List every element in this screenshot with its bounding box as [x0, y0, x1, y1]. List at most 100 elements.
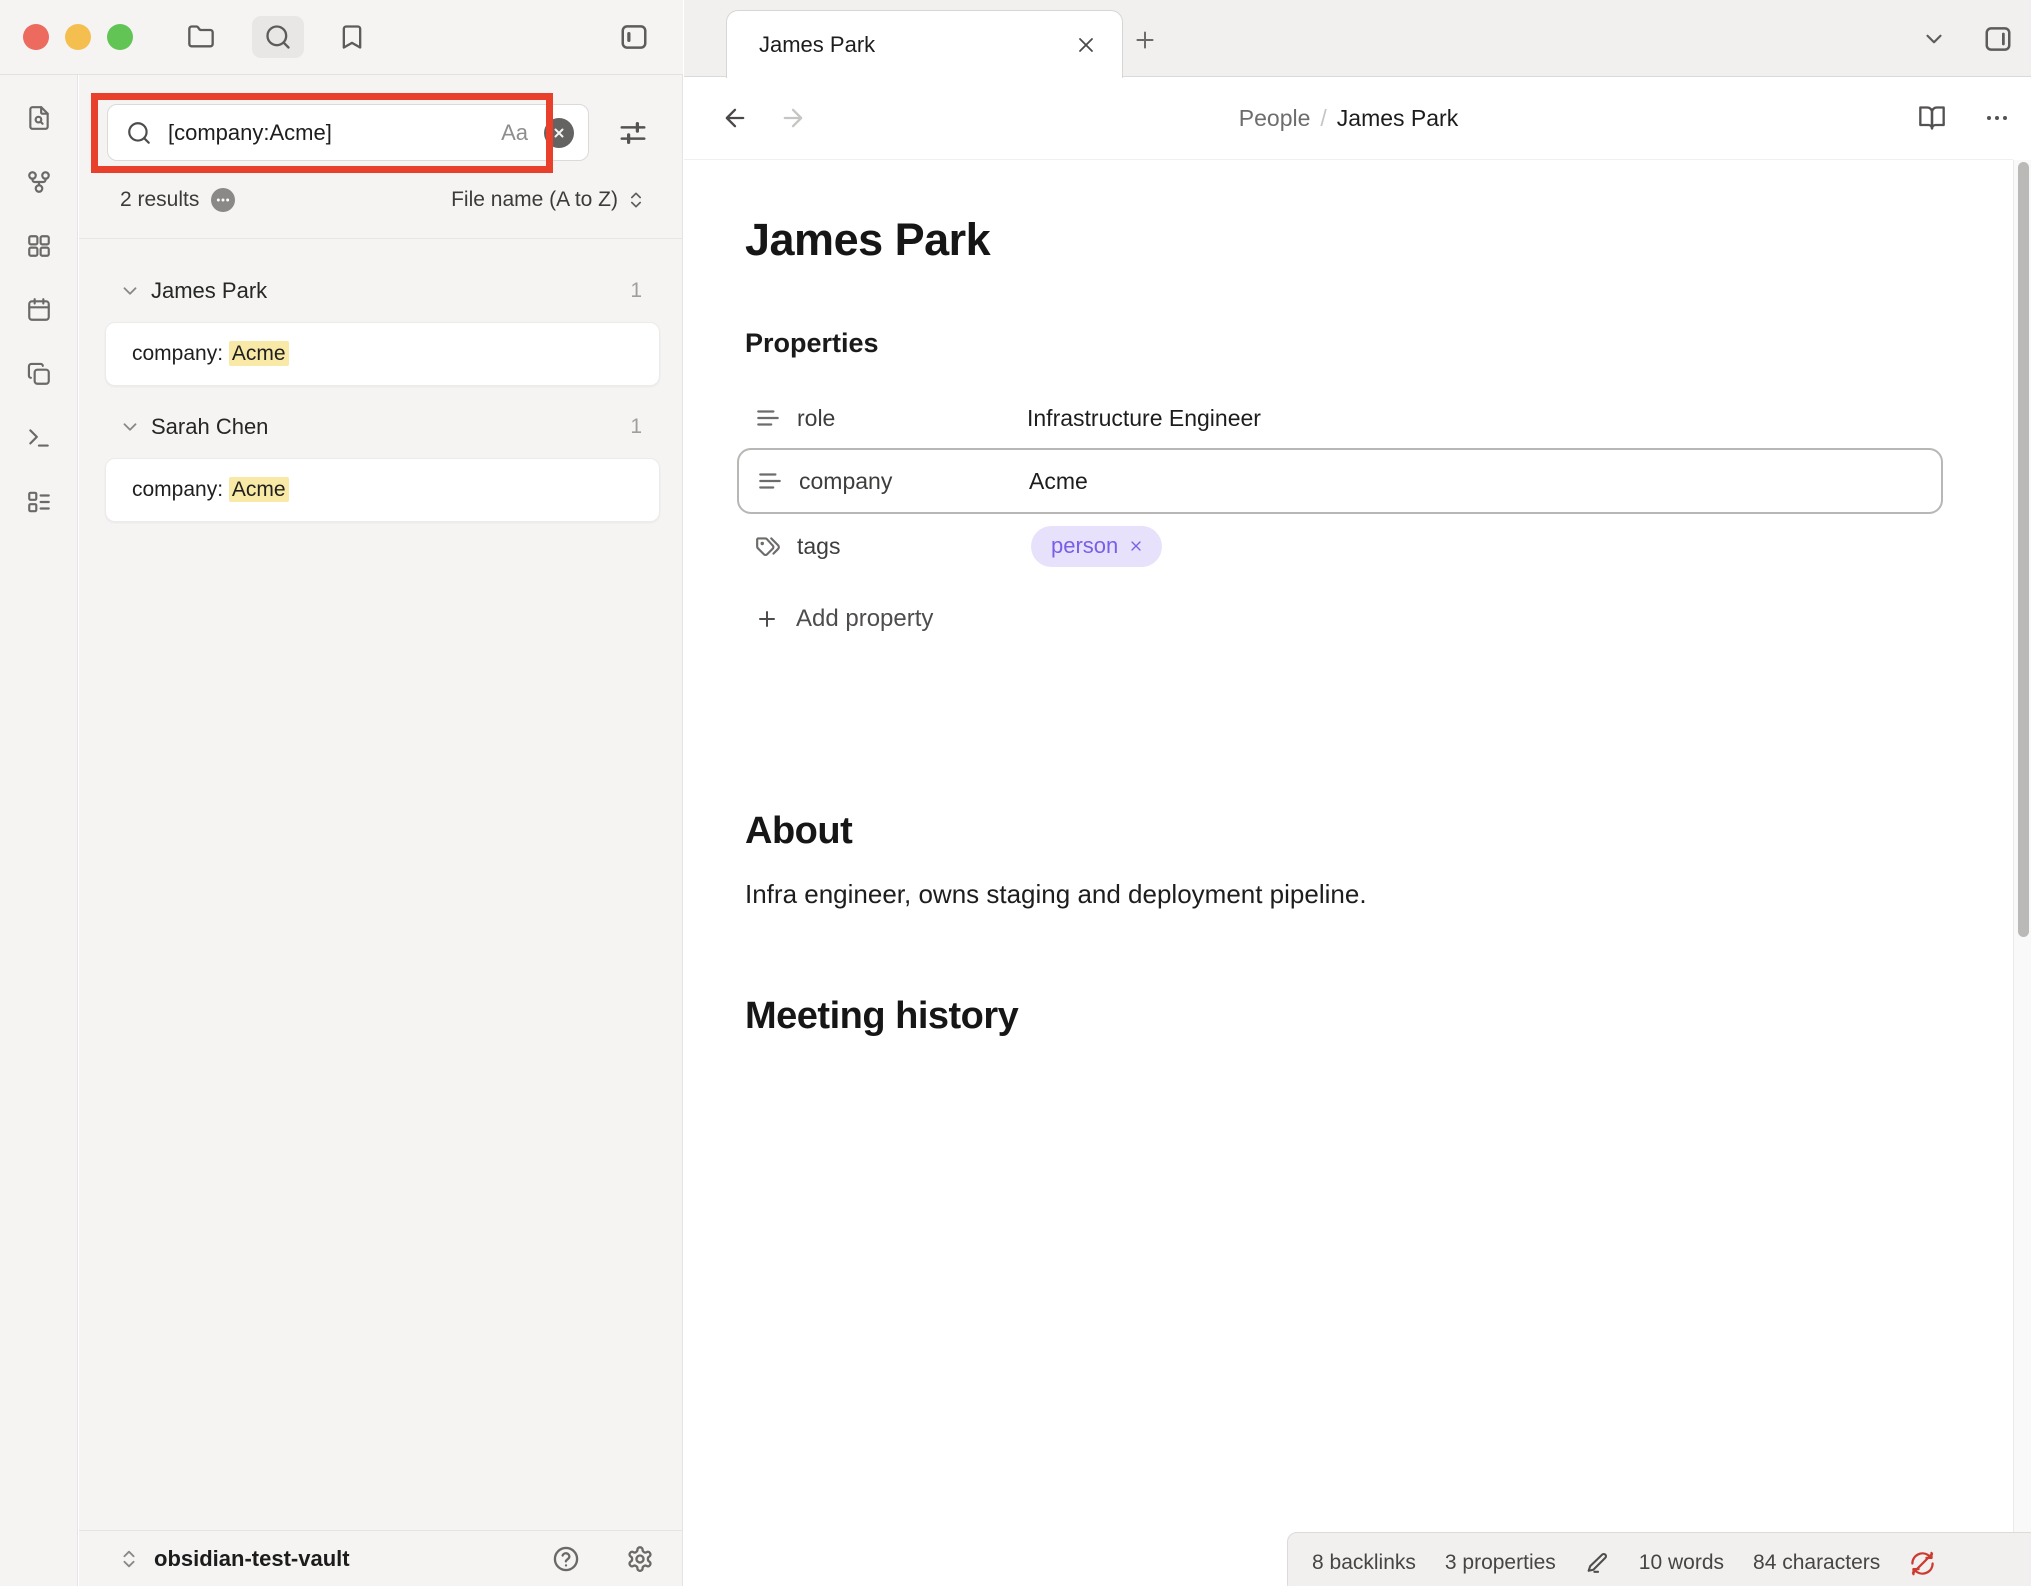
character-count: 84 characters: [1753, 1551, 1880, 1575]
add-property-label: Add property: [796, 605, 933, 633]
plus-icon: [755, 607, 779, 631]
more-options-icon[interactable]: [1985, 106, 2009, 130]
text-property-icon: [755, 405, 781, 431]
obsidian-window: [company:Acme] Aa 2 results File name (A…: [0, 0, 2031, 1586]
results-count: 2 results: [120, 188, 199, 212]
property-name[interactable]: role: [797, 405, 1027, 432]
chevron-down-icon: [119, 416, 141, 438]
result-file-name: James Park: [151, 278, 267, 304]
collapse-left-sidebar-button[interactable]: [608, 16, 660, 58]
word-count: 10 words: [1639, 1551, 1724, 1575]
calendar-icon[interactable]: [26, 297, 52, 323]
search-input[interactable]: [company:Acme] Aa: [107, 104, 589, 161]
tab-bar: James Park: [684, 0, 2031, 77]
tab-list-chevron-icon[interactable]: [1921, 26, 1947, 52]
vault-name: obsidian-test-vault: [154, 1546, 350, 1572]
sync-error-icon[interactable]: [1909, 1550, 1936, 1577]
search-query-text: [company:Acme]: [168, 120, 485, 146]
property-value[interactable]: Infrastructure Engineer: [1027, 405, 1261, 432]
result-group-sarah-chen[interactable]: Sarah Chen 1: [79, 405, 682, 449]
divider: [79, 238, 682, 239]
tag-pill-person[interactable]: person: [1031, 526, 1162, 567]
sort-order-button[interactable]: File name (A to Z): [451, 188, 646, 212]
property-name[interactable]: company: [799, 468, 1029, 495]
chevrons-up-down-icon: [626, 190, 646, 210]
zoom-window-button[interactable]: [107, 24, 133, 50]
search-icon: [126, 120, 152, 146]
property-row-company-focused[interactable]: company Acme: [737, 448, 1943, 514]
match-case-toggle[interactable]: Aa: [501, 120, 528, 146]
match-highlight: Acme: [229, 477, 289, 502]
search-pane: [company:Acme] Aa 2 results File name (A…: [79, 75, 683, 1586]
property-row-role[interactable]: role Infrastructure Engineer: [737, 385, 1943, 451]
scrollbar-thumb[interactable]: [2018, 162, 2029, 937]
search-file-icon[interactable]: [26, 105, 52, 131]
status-bar: 8 backlinks 3 properties 10 words 84 cha…: [1287, 1532, 2031, 1586]
close-window-button[interactable]: [23, 24, 49, 50]
minimize-window-button[interactable]: [65, 24, 91, 50]
text-property-icon: [757, 468, 783, 494]
ribbon: [0, 75, 78, 1586]
tags-icon: [755, 533, 781, 559]
result-match-count: 1: [630, 415, 642, 439]
result-file-name: Sarah Chen: [151, 414, 268, 440]
property-row-tags[interactable]: tags person: [737, 513, 1943, 579]
backlinks-count[interactable]: 8 backlinks: [1312, 1551, 1416, 1575]
clear-search-button[interactable]: [544, 118, 574, 148]
collapse-right-sidebar-button[interactable]: [1983, 24, 2013, 54]
search-match[interactable]: company: Acme: [105, 458, 660, 522]
property-name[interactable]: tags: [797, 533, 1027, 560]
note-content: James Park Properties role Infrastructur…: [684, 160, 2013, 1586]
match-highlight: Acme: [229, 341, 289, 366]
dashboard-icon[interactable]: [26, 233, 52, 259]
note-title: James Park: [745, 214, 990, 266]
section-heading-about: About: [745, 810, 852, 853]
match-prefix: company:: [132, 478, 229, 501]
terminal-icon[interactable]: [26, 425, 52, 451]
section-heading-meeting-history: Meeting history: [745, 995, 1018, 1038]
add-property-button[interactable]: Add property: [755, 586, 933, 652]
match-prefix: company:: [132, 342, 229, 365]
breadcrumb: People / James Park: [684, 77, 2013, 160]
search-match[interactable]: company: Acme: [105, 322, 660, 386]
tab-james-park[interactable]: James Park: [726, 10, 1123, 78]
remove-tag-icon[interactable]: [1128, 538, 1144, 554]
property-value[interactable]: Acme: [1029, 468, 1088, 495]
main-pane: James Park: [684, 0, 2031, 1586]
folder-icon: [187, 23, 215, 51]
copy-note-icon[interactable]: [26, 361, 52, 387]
search-icon: [264, 23, 292, 51]
search-settings-icon[interactable]: [618, 118, 648, 148]
chevrons-up-down-icon: [118, 1548, 140, 1570]
breadcrumb-separator: /: [1320, 105, 1326, 132]
breadcrumb-current[interactable]: James Park: [1337, 105, 1458, 132]
tag-label: person: [1051, 533, 1118, 559]
reading-mode-icon[interactable]: [1918, 104, 1946, 132]
bookmark-icon: [338, 23, 366, 51]
properties-heading: Properties: [745, 328, 879, 359]
list-details-icon[interactable]: [26, 489, 52, 515]
properties-count[interactable]: 3 properties: [1445, 1551, 1556, 1575]
sort-order-label: File name (A to Z): [451, 188, 618, 212]
graph-view-icon[interactable]: [26, 169, 52, 195]
settings-gear-icon[interactable]: [626, 1545, 654, 1573]
chevron-down-icon: [119, 280, 141, 302]
edit-mode-pencil-icon[interactable]: [1585, 1551, 1610, 1576]
files-view-button[interactable]: [175, 16, 227, 58]
scrollbar-track[interactable]: [2013, 160, 2031, 1586]
breadcrumb-parent[interactable]: People: [1239, 105, 1311, 132]
help-icon[interactable]: [552, 1545, 580, 1573]
new-tab-icon[interactable]: [1132, 27, 1158, 53]
search-results-summary: 2 results File name (A to Z): [79, 178, 682, 222]
tab-title: James Park: [759, 32, 1074, 58]
vault-switcher[interactable]: obsidian-test-vault: [79, 1530, 682, 1586]
note-header: People / James Park: [684, 77, 2013, 160]
titlebar: [0, 0, 683, 75]
search-view-button[interactable]: [252, 16, 304, 58]
close-tab-icon[interactable]: [1074, 33, 1098, 57]
bookmarks-view-button[interactable]: [326, 16, 378, 58]
results-more-icon[interactable]: [211, 188, 235, 212]
result-match-count: 1: [630, 279, 642, 303]
result-group-james-park[interactable]: James Park 1: [79, 269, 682, 313]
about-paragraph: Infra engineer, owns staging and deploym…: [745, 874, 1367, 914]
